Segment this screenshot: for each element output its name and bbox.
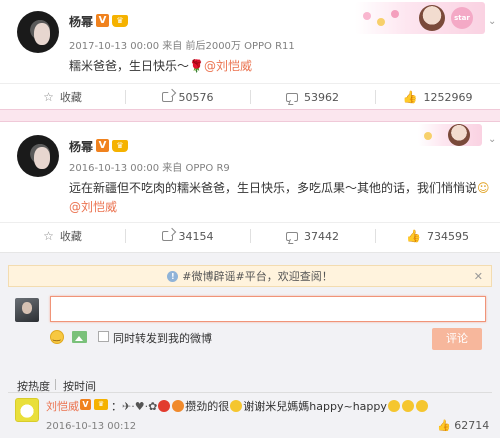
like-button[interactable]: 👍 1252969 xyxy=(375,84,500,110)
vip-crown-icon: ♛ xyxy=(94,399,108,410)
decoration-dot xyxy=(377,18,385,26)
comment-date: 2016-10-13 00:12 xyxy=(46,421,137,432)
repost-count: 34154 xyxy=(178,229,214,243)
post-text: 糯米爸爸，生日快乐～🌹@刘恺威 xyxy=(69,57,252,74)
mention-link[interactable]: @刘恺威 xyxy=(69,200,117,214)
star-icon: ☆ xyxy=(43,90,54,104)
profile-card-banner: star xyxy=(355,2,485,34)
banner-badge-icon: star xyxy=(451,7,473,29)
submit-comment-button[interactable]: 评论 xyxy=(432,328,482,350)
notice-text: #微博辟谣#平台，欢迎查阅！ xyxy=(182,270,333,283)
favorite-label: 收藏 xyxy=(59,230,82,243)
favorite-button[interactable]: ☆ 收藏 xyxy=(0,223,125,249)
author-name[interactable]: 杨幂 xyxy=(69,138,93,155)
like-count: 1252969 xyxy=(423,90,473,104)
post-meta: 2017-10-13 00:00 来自 前后2000万 OPPO R11 xyxy=(69,41,295,52)
comment-icon xyxy=(286,231,298,241)
rumor-notice-bar[interactable]: ! #微博辟谣#平台，欢迎查阅！ ✕ xyxy=(8,265,492,287)
chevron-down-icon[interactable]: ⌄ xyxy=(488,16,496,27)
comment-icon xyxy=(286,92,298,102)
comment-text: ：✈·♥·✿ 攒劲的很 谢谢米兒媽媽happy~happy xyxy=(111,398,429,414)
repost-count: 50576 xyxy=(178,90,214,104)
author-name[interactable]: 杨幂 xyxy=(69,13,93,30)
comment-input[interactable] xyxy=(50,296,486,322)
comment-text-part: 谢谢米兒媽媽happy~happy xyxy=(243,400,387,413)
post-mention-line: @刘恺威 xyxy=(69,198,117,215)
commenter-name[interactable]: 刘恺威 xyxy=(46,398,79,414)
favorite-label: 收藏 xyxy=(59,91,82,104)
repost-icon xyxy=(161,231,173,241)
comment-like-button[interactable]: 👍 62714 xyxy=(437,419,489,432)
author-avatar[interactable] xyxy=(17,135,59,177)
rose-emoji-icon: 🌹 xyxy=(189,59,204,73)
banner-portrait-image xyxy=(419,5,445,31)
sort-separator xyxy=(55,379,56,390)
comment-count: 37442 xyxy=(304,229,339,243)
verified-icon: V xyxy=(96,139,109,152)
vip-crown-icon: ♛ xyxy=(112,15,128,27)
vip-crown-icon: ♛ xyxy=(112,140,128,152)
weibo-post-2: 杨幂 V ♛ ⌄ 2016-10-13 00:00 来自 OPPO R9 远在新… xyxy=(0,122,500,252)
info-icon: ! xyxy=(167,270,179,282)
post-text-body: 糯米爸爸，生日快乐～ xyxy=(69,59,190,73)
profile-card-banner xyxy=(418,124,482,146)
like-button[interactable]: 👍 734595 xyxy=(375,223,500,249)
comment-count: 53962 xyxy=(304,90,339,104)
banner-portrait-image xyxy=(448,124,470,146)
star-icon: ☆ xyxy=(43,229,54,243)
repost-checkbox[interactable] xyxy=(98,331,109,342)
comment-button[interactable]: 37442 xyxy=(250,223,375,249)
repost-checkbox-label[interactable]: 同时转发到我的微博 xyxy=(113,330,212,346)
post-divider xyxy=(0,109,500,122)
comment-text-part: ： xyxy=(111,400,122,413)
post-text: 远在新疆但不吃肉的糯米爸爸，生日快乐，多吃瓜果～其他的话，我们悄悄说☺ xyxy=(69,179,490,196)
thumbs-up-icon: 👍 xyxy=(406,229,421,243)
author-avatar[interactable] xyxy=(17,11,59,53)
commenter-avatar[interactable] xyxy=(15,398,39,422)
emoji-icon[interactable] xyxy=(50,330,64,344)
decoration-dot xyxy=(424,132,432,140)
laugh-emoji-icon xyxy=(415,400,428,412)
sort-divider xyxy=(8,392,492,393)
like-count: 734595 xyxy=(426,229,469,243)
shy-emoji-icon: ☺ xyxy=(477,181,490,195)
post-meta: 2016-10-13 00:00 来自 OPPO R9 xyxy=(69,163,230,174)
repost-button[interactable]: 50576 xyxy=(125,84,250,110)
post-actions: ☆ 收藏 34154 37442 👍 734595 xyxy=(0,222,500,248)
close-icon[interactable]: ✕ xyxy=(474,270,483,283)
mention-link[interactable]: @刘恺威 xyxy=(204,59,252,73)
grin-emoji-icon xyxy=(230,400,243,412)
comment-text-part: 攒劲的很 xyxy=(185,400,230,413)
post-actions: ☆ 收藏 50576 53962 👍 1252969 xyxy=(0,83,500,109)
my-avatar xyxy=(15,298,39,322)
verified-icon: V xyxy=(96,14,109,27)
chevron-down-icon[interactable]: ⌄ xyxy=(488,134,496,145)
thumbs-up-icon: 👍 xyxy=(437,419,451,432)
thumbs-up-icon: 👍 xyxy=(402,90,418,104)
favorite-button[interactable]: ☆ 收藏 xyxy=(0,84,125,110)
verified-icon: V xyxy=(80,399,91,410)
decoration-dot xyxy=(363,12,371,20)
emoji-sequence-icon: ✈·♥·✿ xyxy=(122,400,158,413)
decoration-dot xyxy=(391,10,399,18)
laugh-emoji-icon xyxy=(401,400,414,412)
weibo-post-1: 杨幂 V ♛ star ⌄ 2017-10-13 00:00 来自 前后2000… xyxy=(0,0,500,109)
peach-emoji-icon xyxy=(172,400,185,412)
comment-like-count: 62714 xyxy=(454,419,490,432)
post-text-body: 远在新疆但不吃肉的糯米爸爸，生日快乐，多吃瓜果～其他的话，我们悄悄说 xyxy=(69,181,478,195)
laugh-emoji-icon xyxy=(387,400,400,412)
image-icon[interactable] xyxy=(72,331,87,343)
repost-icon xyxy=(161,92,173,102)
repost-button[interactable]: 34154 xyxy=(125,223,250,249)
apple-emoji-icon xyxy=(158,400,171,412)
comment-button[interactable]: 53962 xyxy=(250,84,375,110)
